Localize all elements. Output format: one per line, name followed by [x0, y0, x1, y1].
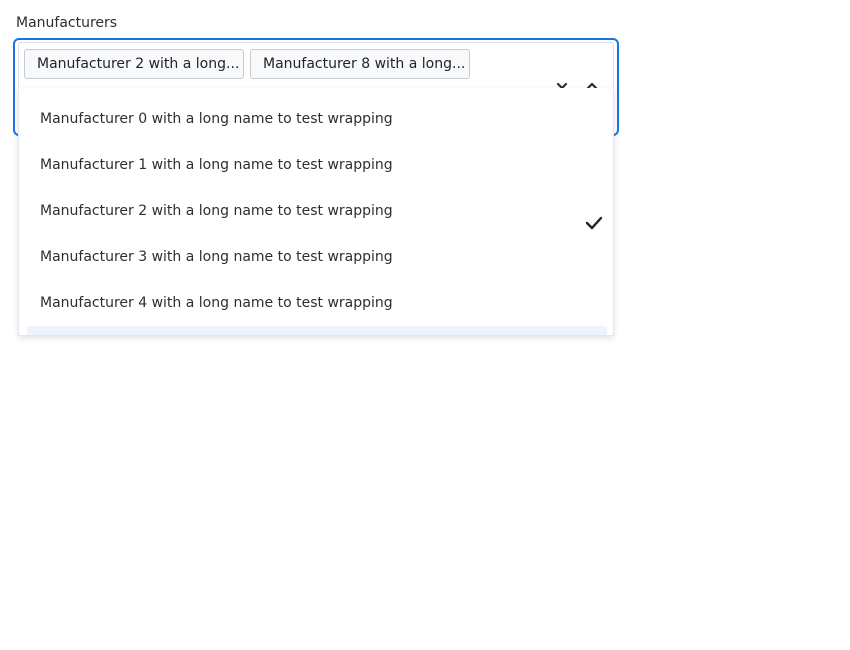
- option-item[interactable]: Manufacturer 1 with a long name to test …: [19, 142, 613, 188]
- option-item[interactable]: Manufacturer 4 with a long name to test …: [19, 280, 613, 326]
- option-item[interactable]: Manufacturer 0 with a long name to test …: [19, 96, 613, 142]
- checkmark-icon: [585, 203, 603, 230]
- chevron-up-icon[interactable]: [586, 76, 598, 90]
- selected-chip[interactable]: Manufacturer 8 with a long...: [250, 49, 470, 79]
- field-label: Manufacturers: [16, 15, 118, 31]
- option-item[interactable]: Manufacturer 3 with a long name to test …: [19, 234, 613, 280]
- options-dropdown[interactable]: Manufacturer 0 with a long name to test …: [18, 88, 614, 336]
- chevron-down-icon[interactable]: [556, 76, 568, 90]
- option-item[interactable]: Manufacturer 2 with a long name to test …: [19, 188, 613, 234]
- option-item-hovered[interactable]: [27, 326, 607, 335]
- option-label: Manufacturer 2 with a long name to test …: [40, 203, 393, 219]
- selected-chip[interactable]: Manufacturer 2 with a long...: [24, 49, 244, 79]
